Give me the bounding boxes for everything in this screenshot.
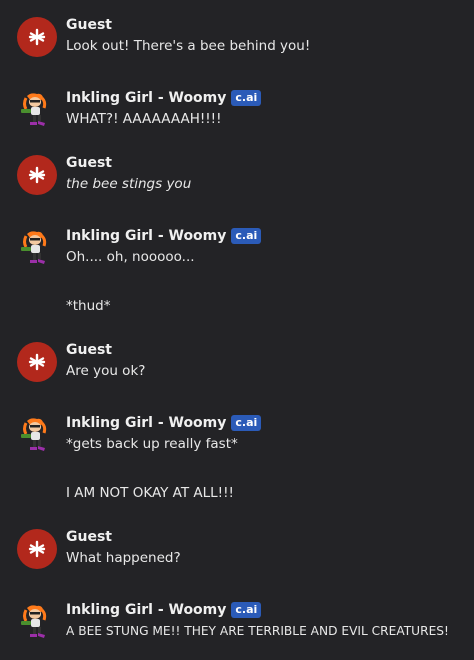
- author-name-text: Inkling Girl - Woomy: [66, 602, 227, 618]
- inkling-girl-avatar-icon: [21, 93, 47, 126]
- author-name: Inkling Girl - Woomy c.ai: [66, 228, 262, 244]
- author-name: Guest: [66, 155, 112, 171]
- author-name: Inkling Girl - Woomy c.ai: [66, 602, 262, 618]
- message-text: Are you ok?: [66, 363, 146, 379]
- message-text: I AM NOT OKAY AT ALL!!!: [66, 485, 234, 501]
- message-text: WHAT?! AAAAAAAH!!!!: [66, 111, 222, 127]
- guest-avatar[interactable]: [17, 342, 57, 382]
- asterisk-icon: [28, 540, 46, 558]
- inkling-girl-avatar-icon: [21, 605, 47, 638]
- message-text: the bee stings you: [66, 176, 192, 192]
- author-name: Inkling Girl - Woomy c.ai: [66, 90, 262, 106]
- asterisk-icon: [28, 28, 46, 46]
- message-text: *thud*: [66, 298, 111, 314]
- guest-avatar[interactable]: [17, 17, 57, 57]
- inkling-girl-avatar-icon: [21, 418, 47, 451]
- cai-badge: c.ai: [231, 228, 262, 244]
- author-name: Guest: [66, 17, 112, 33]
- cai-badge: c.ai: [231, 602, 262, 618]
- inkling-girl-avatar[interactable]: [17, 602, 57, 642]
- author-name: Inkling Girl - Woomy c.ai: [66, 415, 262, 431]
- author-name-text: Inkling Girl - Woomy: [66, 415, 227, 431]
- inkling-girl-avatar-icon: [21, 231, 47, 264]
- author-name: Guest: [66, 529, 112, 545]
- message-text: Oh.... oh, nooooo...: [66, 249, 195, 265]
- message-text: What happened?: [66, 550, 181, 566]
- inkling-girl-avatar[interactable]: [17, 415, 57, 455]
- guest-avatar[interactable]: [17, 529, 57, 569]
- author-name: Guest: [66, 342, 112, 358]
- asterisk-icon: [28, 166, 46, 184]
- guest-avatar[interactable]: [17, 155, 57, 195]
- message-text: A BEE STUNG ME!! THEY ARE TERRIBLE AND E…: [66, 624, 449, 638]
- cai-badge: c.ai: [231, 90, 262, 106]
- message-text: Look out! There's a bee behind you!: [66, 38, 311, 54]
- author-name-text: Inkling Girl - Woomy: [66, 228, 227, 244]
- cai-badge: c.ai: [231, 415, 262, 431]
- inkling-girl-avatar[interactable]: [17, 228, 57, 268]
- message-text: *gets back up really fast*: [66, 436, 238, 452]
- asterisk-icon: [28, 353, 46, 371]
- author-name-text: Inkling Girl - Woomy: [66, 90, 227, 106]
- inkling-girl-avatar[interactable]: [17, 90, 57, 130]
